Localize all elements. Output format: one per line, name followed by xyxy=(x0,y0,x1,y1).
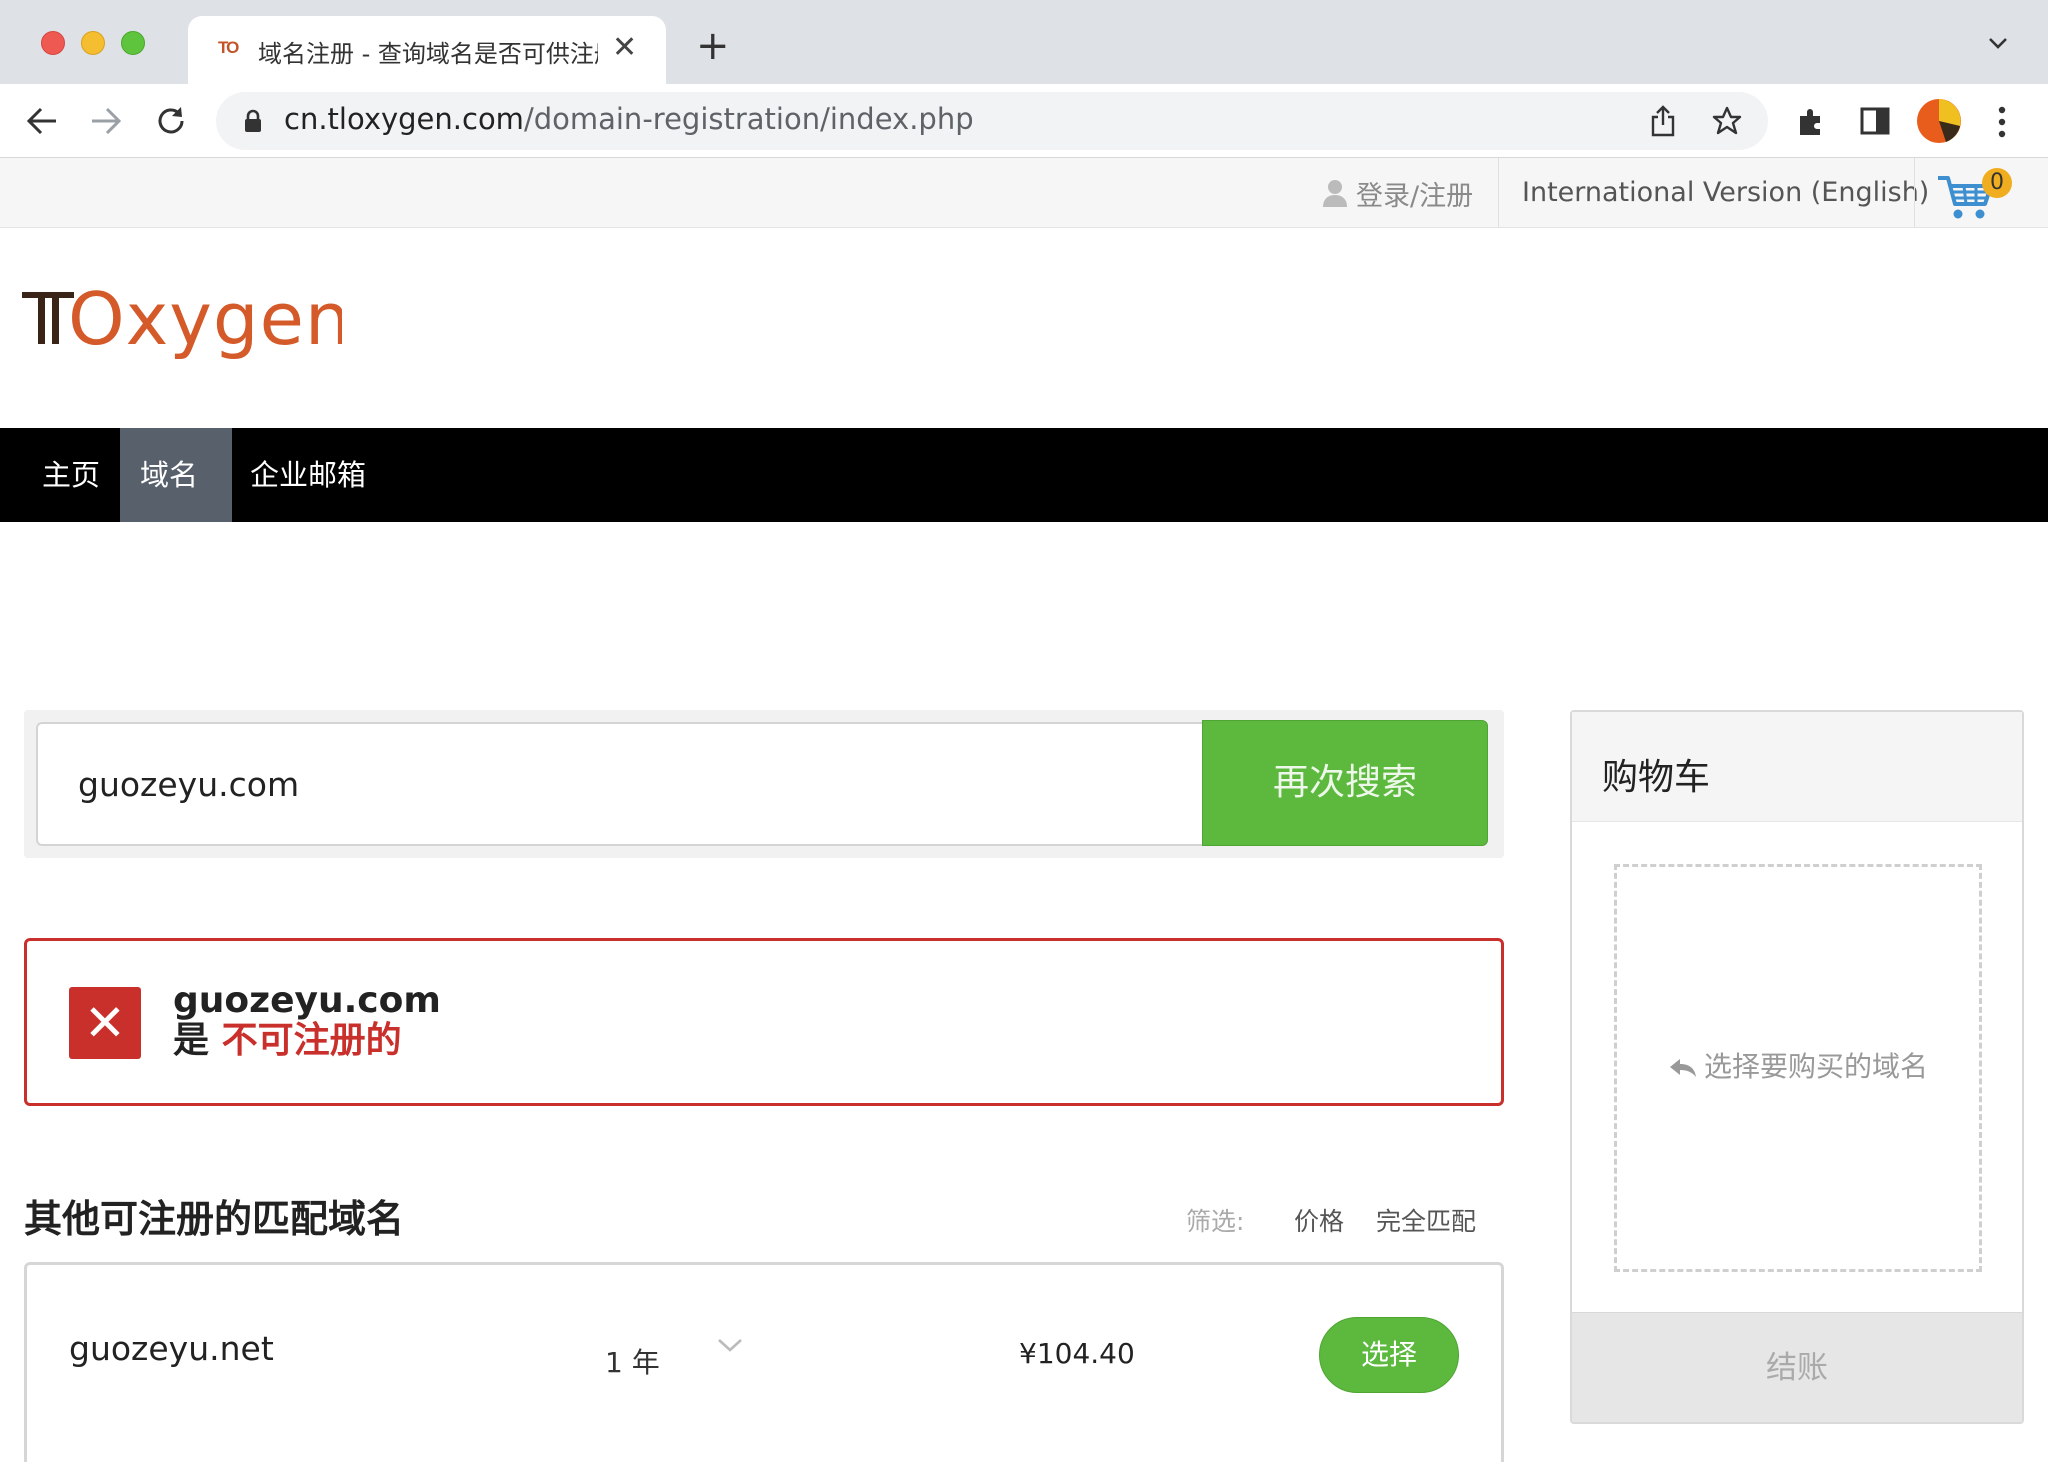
browser-tab[interactable]: TO 域名注册 - 查询域名是否可供注册 ✕ xyxy=(188,16,666,84)
cart-header: 购物车 xyxy=(1572,712,2022,822)
suggestions-title: 其他可注册的匹配域名 xyxy=(24,1197,405,1241)
chevron-down-icon[interactable] xyxy=(717,1337,743,1353)
forward-arrow-icon[interactable] xyxy=(90,106,122,136)
side-panel-icon[interactable] xyxy=(1860,106,1890,136)
nav-item-domains[interactable]: 域名 xyxy=(120,428,232,522)
reply-arrow-icon xyxy=(1669,1059,1696,1077)
minimize-window-button[interactable] xyxy=(81,31,105,55)
close-window-button[interactable] xyxy=(41,31,65,55)
profile-avatar-icon[interactable] xyxy=(1916,98,1962,144)
login-register-link[interactable]: 登录/注册 xyxy=(1322,158,1473,228)
result-status: 不可注册的 xyxy=(221,1020,402,1061)
site-top-bar: 登录/注册 International Version (English) 0 xyxy=(0,158,2048,228)
cart-empty-hint-text: 选择要购买的域名 xyxy=(1703,1050,1928,1083)
cart-panel: 购物车 选择要购买的域名 结账 xyxy=(1570,710,2024,1424)
url-text[interactable]: cn.tloxygen.com/domain-registration/inde… xyxy=(284,102,974,136)
suggestion-list: guozeyu.net 1 年 ¥104.40 选择 xyxy=(24,1262,1504,1462)
address-bar[interactable]: cn.tloxygen.com/domain-registration/inde… xyxy=(216,92,1768,150)
result-status-line: 是 不可注册的 xyxy=(173,1021,402,1061)
bookmark-star-icon[interactable] xyxy=(1712,106,1742,136)
svg-text:Oxygen: Oxygen xyxy=(68,278,342,361)
filter-price-option[interactable]: 价格 xyxy=(1294,1202,1344,1238)
unavailable-x-icon: ✕ xyxy=(69,987,141,1059)
domain-unavailable-result: ✕ guozeyu.com 是 不可注册的 xyxy=(24,938,1504,1106)
filter-exact-match-option[interactable]: 完全匹配 xyxy=(1376,1202,1476,1238)
suggestion-price: ¥104.40 xyxy=(1019,1337,1135,1370)
url-host: cn.tloxygen.com xyxy=(284,102,524,136)
cart-empty-area: 选择要购买的域名 xyxy=(1614,864,1982,1272)
select-domain-button[interactable]: 选择 xyxy=(1319,1317,1459,1393)
domain-search-bar: 再次搜索 xyxy=(24,710,1504,858)
result-prefix: 是 xyxy=(173,1020,210,1061)
back-arrow-icon[interactable] xyxy=(26,106,58,136)
user-icon xyxy=(1323,180,1347,207)
suggestion-domain: guozeyu.net xyxy=(69,1329,274,1368)
registration-term-select[interactable]: 1 年 xyxy=(605,1341,660,1381)
tab-title: 域名注册 - 查询域名是否可供注册 xyxy=(258,40,598,68)
browser-menu-icon[interactable] xyxy=(1998,106,2006,138)
nav-item-home[interactable]: 主页 xyxy=(22,428,120,522)
result-domain: guozeyu.com xyxy=(173,980,441,1021)
browser-tab-strip: TO 域名注册 - 查询域名是否可供注册 ✕ + xyxy=(0,0,2048,84)
divider xyxy=(1914,158,1915,228)
tloxygen-logo[interactable]: Oxygen xyxy=(22,277,351,374)
cart-count-badge: 0 xyxy=(1982,168,2012,198)
search-again-button[interactable]: 再次搜索 xyxy=(1202,720,1488,846)
tab-close-icon[interactable]: ✕ xyxy=(612,30,637,65)
browser-toolbar: cn.tloxygen.com/domain-registration/inde… xyxy=(0,84,2048,158)
international-version-link[interactable]: International Version (English) xyxy=(1522,158,1929,228)
new-tab-icon[interactable]: + xyxy=(696,26,730,66)
checkout-button[interactable]: 结账 xyxy=(1572,1312,2022,1422)
cart-empty-hint: 选择要购买的域名 xyxy=(1617,1045,1979,1085)
share-icon[interactable] xyxy=(1650,105,1676,137)
domain-search-input[interactable] xyxy=(36,722,1208,846)
login-register-label: 登录/注册 xyxy=(1356,180,1474,212)
lock-icon[interactable] xyxy=(244,109,262,133)
main-navigation: 主页 域名 企业邮箱 xyxy=(0,428,2048,522)
tab-search-chevron-icon[interactable] xyxy=(1988,36,2008,50)
list-item: guozeyu.net 1 年 ¥104.40 选择 xyxy=(27,1265,1501,1465)
reload-icon[interactable] xyxy=(154,104,188,138)
tab-favicon: TO xyxy=(218,38,239,57)
nav-item-enterprise-email[interactable]: 企业邮箱 xyxy=(230,428,386,522)
url-path: /domain-registration/index.php xyxy=(523,102,974,136)
maximize-window-button[interactable] xyxy=(121,31,145,55)
cart-title: 购物车 xyxy=(1602,757,1711,798)
extensions-puzzle-icon[interactable] xyxy=(1796,106,1828,138)
divider xyxy=(1498,158,1499,228)
logo-image: Oxygen xyxy=(22,277,351,361)
filter-label: 筛选: xyxy=(1186,1207,1245,1236)
